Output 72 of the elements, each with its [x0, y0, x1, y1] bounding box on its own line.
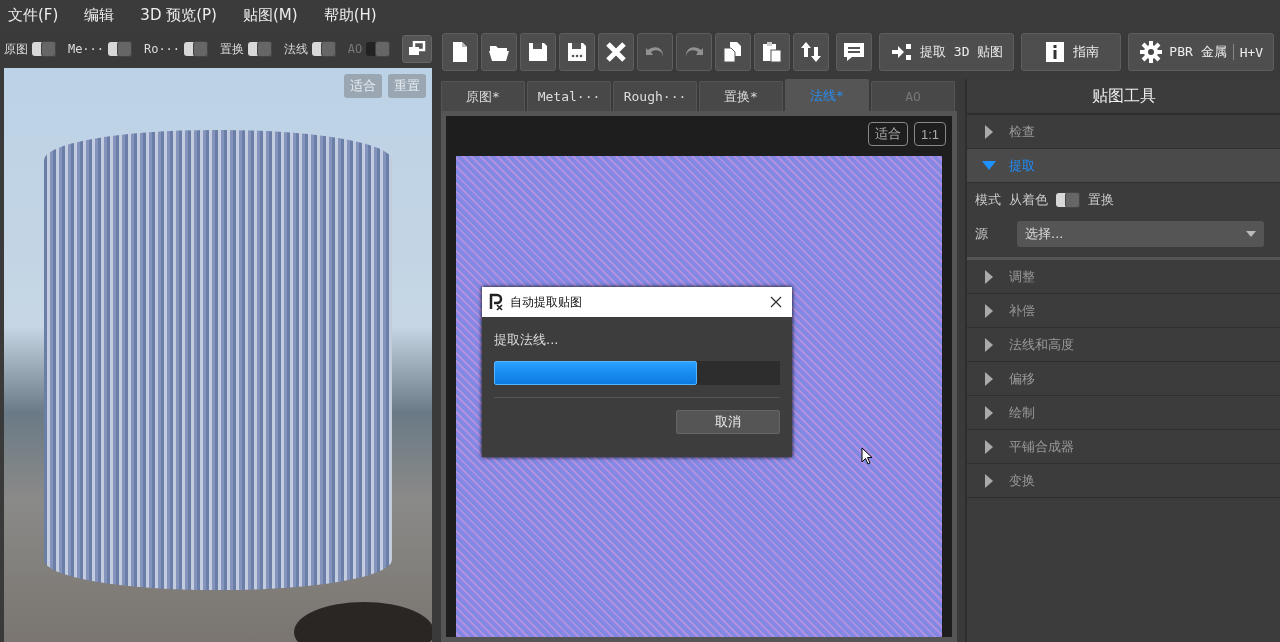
- toolbar-button[interactable]: PBR 金属 H+V: [1128, 33, 1275, 71]
- speech-bubble-icon: [842, 40, 866, 64]
- floppy-disk-button[interactable]: [520, 33, 556, 71]
- folder-button[interactable]: [481, 33, 517, 71]
- app-logo-icon: [488, 293, 504, 311]
- section-header[interactable]: 绘制: [967, 396, 1280, 430]
- menu-item[interactable]: 文件(F): [8, 5, 59, 25]
- cursor-icon: [861, 447, 873, 465]
- copy-button[interactable]: [715, 33, 751, 71]
- panel-title: 贴图工具: [967, 79, 1280, 115]
- toggle-label: 原图: [4, 40, 28, 58]
- menu-item[interactable]: 帮助(H): [323, 5, 377, 25]
- option-label: 从着色: [1009, 191, 1048, 209]
- swap-arrows-icon: [799, 40, 823, 64]
- close-icon: [770, 296, 782, 308]
- speech-bubble-button[interactable]: [836, 33, 872, 71]
- windows-icon: [408, 41, 427, 57]
- field-label: 模式: [975, 191, 1001, 209]
- field-label: 源: [975, 225, 989, 243]
- toggle-switch[interactable]: [1056, 193, 1080, 207]
- source-dropdown[interactable]: 选择...: [1017, 221, 1264, 247]
- toggle-label: 置换: [219, 40, 244, 58]
- dialog-title: 自动提取贴图: [510, 293, 583, 311]
- floppy-disk-dots-icon: [565, 40, 589, 64]
- clipboard-icon: [760, 40, 784, 64]
- dropdown-caret-icon: [1246, 231, 1256, 237]
- dialog-message: 提取法线...: [494, 331, 560, 349]
- zoom-button[interactable]: 1:1: [913, 122, 946, 146]
- toggle-label: AO: [347, 42, 363, 56]
- toggle-switch[interactable]: [311, 42, 336, 56]
- toggle-label: Me···: [67, 42, 105, 56]
- collapsed-triangle-icon: [985, 405, 993, 420]
- toolbar-button[interactable]: 提取 3D 贴图: [879, 33, 1015, 71]
- section-header[interactable]: 调整: [967, 260, 1280, 294]
- section-header[interactable]: 补偿: [967, 294, 1280, 328]
- toggle-label: Ro···: [143, 42, 181, 56]
- swap-arrows-button[interactable]: [793, 33, 829, 71]
- collapsed-triangle-icon: [985, 124, 993, 139]
- tab[interactable]: Rough···: [613, 81, 697, 111]
- toggle-label: 法线: [283, 40, 308, 58]
- settings-icon: [1139, 40, 1164, 64]
- menu-item[interactable]: 贴图(M): [242, 5, 298, 25]
- collapsed-triangle-icon: [985, 439, 993, 454]
- cancel-button[interactable]: 取消: [676, 410, 780, 434]
- close-icon: [604, 40, 628, 64]
- floppy-disk-dots-button[interactable]: [559, 33, 595, 71]
- collapsed-triangle-icon: [985, 303, 993, 318]
- toggle-switch[interactable]: [184, 42, 208, 56]
- section-header[interactable]: 平铺合成器: [967, 430, 1280, 464]
- tab[interactable]: Metal···: [527, 81, 611, 111]
- collapsed-triangle-icon: [985, 269, 993, 284]
- section-header[interactable]: 法线和高度: [967, 328, 1280, 362]
- collapsed-triangle-icon: [985, 473, 993, 488]
- section-header[interactable]: 偏移: [967, 362, 1280, 396]
- collapsed-triangle-icon: [985, 337, 993, 352]
- menu-item[interactable]: 编辑: [84, 5, 115, 25]
- zoom-button[interactable]: 适合: [867, 122, 908, 146]
- document-button[interactable]: [442, 33, 478, 71]
- collapsed-triangle-icon: [985, 371, 993, 386]
- tab[interactable]: 原图*: [441, 81, 525, 111]
- expanded-triangle-icon: [982, 160, 996, 171]
- toggle-switch[interactable]: [108, 42, 132, 56]
- toolbar-button[interactable]: 指南: [1021, 33, 1122, 71]
- tab[interactable]: 置换*: [699, 81, 783, 111]
- menu-item[interactable]: 3D 预览(P): [140, 5, 217, 25]
- toggle-switch[interactable]: [32, 42, 56, 56]
- clipboard-button[interactable]: [754, 33, 790, 71]
- window-toggle-button[interactable]: [402, 35, 433, 63]
- close-button[interactable]: [598, 33, 634, 71]
- option-label: 置换: [1088, 191, 1114, 209]
- toggle-switch[interactable]: [247, 42, 272, 56]
- section-header[interactable]: 变换: [967, 464, 1280, 498]
